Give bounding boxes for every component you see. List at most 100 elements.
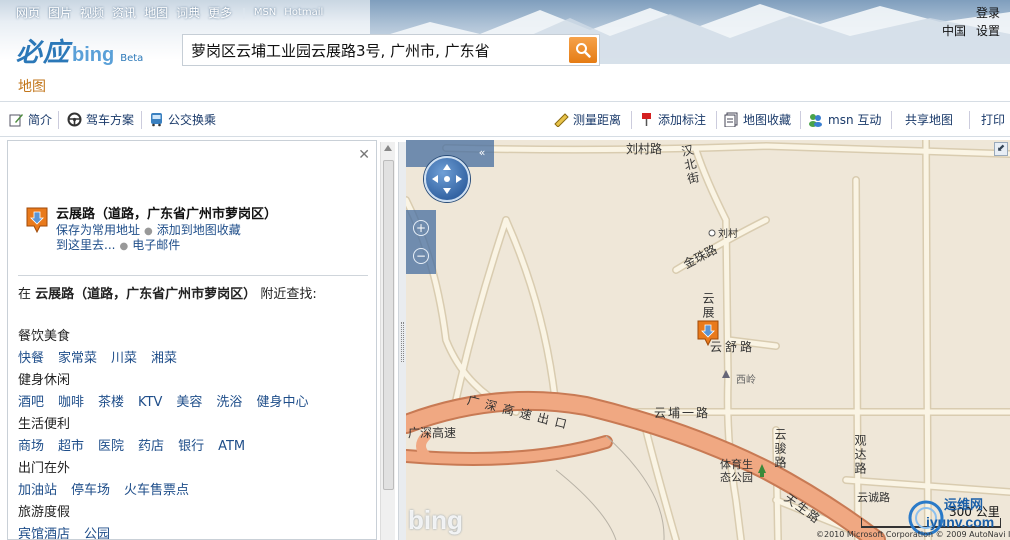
category-link[interactable]: 咖啡 — [58, 395, 84, 410]
zoom-in-icon[interactable]: + — [413, 220, 429, 236]
measure-distance-label: 测量距离 — [573, 112, 622, 127]
toolbar-divider — [800, 111, 801, 129]
scroll-thumb[interactable] — [383, 160, 394, 490]
map-label-yunjun-road: 云骏路 — [773, 428, 787, 470]
map-label-liucun: 刘村 — [718, 229, 738, 240]
panel-splitter[interactable] — [398, 142, 406, 540]
top-navigation: 网页 图片 视频 资讯 地图 词典 更多 | MSN Hotmail — [16, 4, 331, 21]
category-link[interactable]: KTV — [138, 395, 162, 410]
nav-msn[interactable]: MSN — [254, 7, 276, 18]
email-link[interactable]: 电子邮件 — [132, 238, 180, 252]
category-link[interactable]: 医院 — [98, 439, 124, 454]
nav-images[interactable]: 图片 — [48, 4, 72, 21]
map-label-guangshen-highway: 广深高速 — [408, 426, 457, 440]
result-title[interactable]: 云展路（道路，广东省广州市萝岗区） — [56, 203, 277, 222]
category-leisure: 健身休闲 — [18, 373, 71, 388]
map-canvas[interactable]: 刘村路 汉北街 刘村 金珠路 云展 云舒路 西岭 云埔一路 广深高速出口 广深高… — [406, 140, 1010, 540]
category-link[interactable]: 加油站 — [18, 483, 57, 498]
map-expand-icon[interactable]: ⬋ — [994, 142, 1008, 156]
nav-web[interactable]: 网页 — [16, 4, 40, 21]
bing-watermark: bing — [408, 505, 463, 535]
nav-dictionary[interactable]: 词典 — [176, 4, 200, 21]
pan-compass-icon[interactable] — [424, 156, 470, 202]
category-link[interactable]: 商场 — [18, 439, 44, 454]
driving-button[interactable]: 驾车方案 — [66, 102, 134, 136]
nearby-prefix: 在 — [18, 287, 32, 302]
category-link[interactable]: ATM — [218, 439, 245, 454]
category-leisure-links: 酒吧 咖啡 茶楼 KTV 美容 洗浴 健身中心 — [18, 391, 322, 410]
nav-maps[interactable]: 地图 — [144, 4, 168, 21]
logo-cn: 必应 — [16, 38, 71, 68]
share-map-button[interactable]: 共享地图 — [905, 102, 953, 136]
close-icon[interactable]: ✕ — [358, 147, 370, 163]
category-dining: 餐饮美食 — [18, 329, 71, 344]
map-label-sports-park: 体育生态公园 — [720, 458, 753, 484]
splitter-grip[interactable] — [401, 322, 404, 362]
map-location-pin-icon[interactable] — [697, 320, 719, 346]
category-link[interactable]: 湘菜 — [151, 351, 177, 366]
category-link[interactable]: 银行 — [178, 439, 204, 454]
nav-news[interactable]: 资讯 — [112, 4, 136, 21]
save-address-link[interactable]: 保存为常用地址 — [56, 223, 140, 237]
map-label-yuncheng-road: 云诚路 — [857, 491, 890, 504]
settings-link[interactable]: 设置 — [976, 22, 1000, 39]
category-vacation-links: 宾馆酒店 公园 — [18, 523, 124, 539]
scroll-up-arrow-icon[interactable] — [384, 145, 392, 151]
category-link[interactable]: 公园 — [84, 527, 110, 539]
measure-distance-button[interactable]: 测量距离 — [553, 102, 621, 136]
login-link[interactable]: 登录 — [976, 4, 1000, 21]
map-copyright: ©2010 Microsoft Corporation © 2009 AutoN… — [816, 530, 1010, 539]
print-button[interactable]: 打印 — [981, 102, 1005, 136]
category-link[interactable]: 停车场 — [71, 483, 110, 498]
add-to-favorites-link[interactable]: 添加到地图收藏 — [157, 223, 241, 237]
site-watermark-cn: 运维网 — [944, 498, 984, 513]
add-marker-button[interactable]: 添加标注 — [638, 102, 706, 136]
search-button[interactable] — [569, 37, 597, 63]
category-link[interactable]: 宾馆酒店 — [18, 527, 70, 539]
search-icon — [576, 43, 591, 58]
category-link[interactable]: 美容 — [176, 395, 202, 410]
search-input[interactable] — [183, 35, 565, 65]
edit-icon — [8, 111, 24, 127]
category-link[interactable]: 药店 — [138, 439, 164, 454]
category-link[interactable]: 川菜 — [111, 351, 137, 366]
bing-logo[interactable]: 必应 bing Beta — [16, 32, 143, 68]
region-link[interactable]: 中国 — [942, 22, 966, 39]
category-life-services-links: 商场 超市 医院 药店 银行 ATM — [18, 435, 259, 454]
toolbar-divider — [716, 111, 717, 129]
zoom-out-icon[interactable]: − — [413, 248, 429, 264]
map-label-xiling: 西岭 — [736, 375, 756, 386]
pushpin-icon — [638, 111, 654, 127]
results-panel-body: ✕ 云展路（道路，广东省广州市萝岗区） 保存为常用地址 ● 添加到地图收藏 到这里去… — [7, 140, 377, 540]
category-link[interactable]: 健身中心 — [256, 395, 308, 410]
panel-scrollbar[interactable] — [380, 142, 395, 540]
category-link[interactable]: 火车售票点 — [124, 483, 189, 498]
category-link[interactable]: 家常菜 — [58, 351, 97, 366]
category-link[interactable]: 茶楼 — [98, 395, 124, 410]
category-link[interactable]: 洗浴 — [216, 395, 242, 410]
transit-button[interactable]: 公交换乘 — [148, 102, 216, 136]
category-life-services: 生活便利 — [18, 417, 71, 432]
site-watermark-en: iyunv.com — [926, 514, 995, 530]
nav-videos[interactable]: 视频 — [80, 4, 104, 21]
category-link[interactable]: 超市 — [58, 439, 84, 454]
nav-more[interactable]: 更多 — [208, 4, 232, 21]
category-link[interactable]: 快餐 — [18, 351, 44, 366]
map-favorites-button[interactable]: 地图收藏 — [723, 102, 791, 136]
directions-to-link[interactable]: 到这里去... — [56, 238, 115, 252]
msn-interact-button[interactable]: msn 互动 — [808, 102, 881, 136]
category-link[interactable]: 酒吧 — [18, 395, 44, 410]
map-label-guanda-road: 观达路 — [853, 434, 867, 476]
intro-label: 简介 — [28, 112, 53, 127]
toolbar-divider — [141, 111, 142, 129]
category-travel-links: 加油站 停车场 火车售票点 — [18, 479, 203, 498]
section-divider — [18, 275, 368, 276]
intro-button[interactable]: 简介 — [8, 102, 52, 136]
transit-label: 公交换乘 — [168, 112, 217, 127]
add-marker-label: 添加标注 — [658, 112, 707, 127]
nav-hotmail[interactable]: Hotmail — [284, 7, 323, 18]
collapse-nav-icon[interactable]: « — [472, 146, 492, 162]
location-pin-icon[interactable] — [26, 207, 48, 233]
driving-label: 驾车方案 — [86, 112, 135, 127]
header: 网页 图片 视频 资讯 地图 词典 更多 | MSN Hotmail 登录 中国… — [0, 0, 1010, 100]
